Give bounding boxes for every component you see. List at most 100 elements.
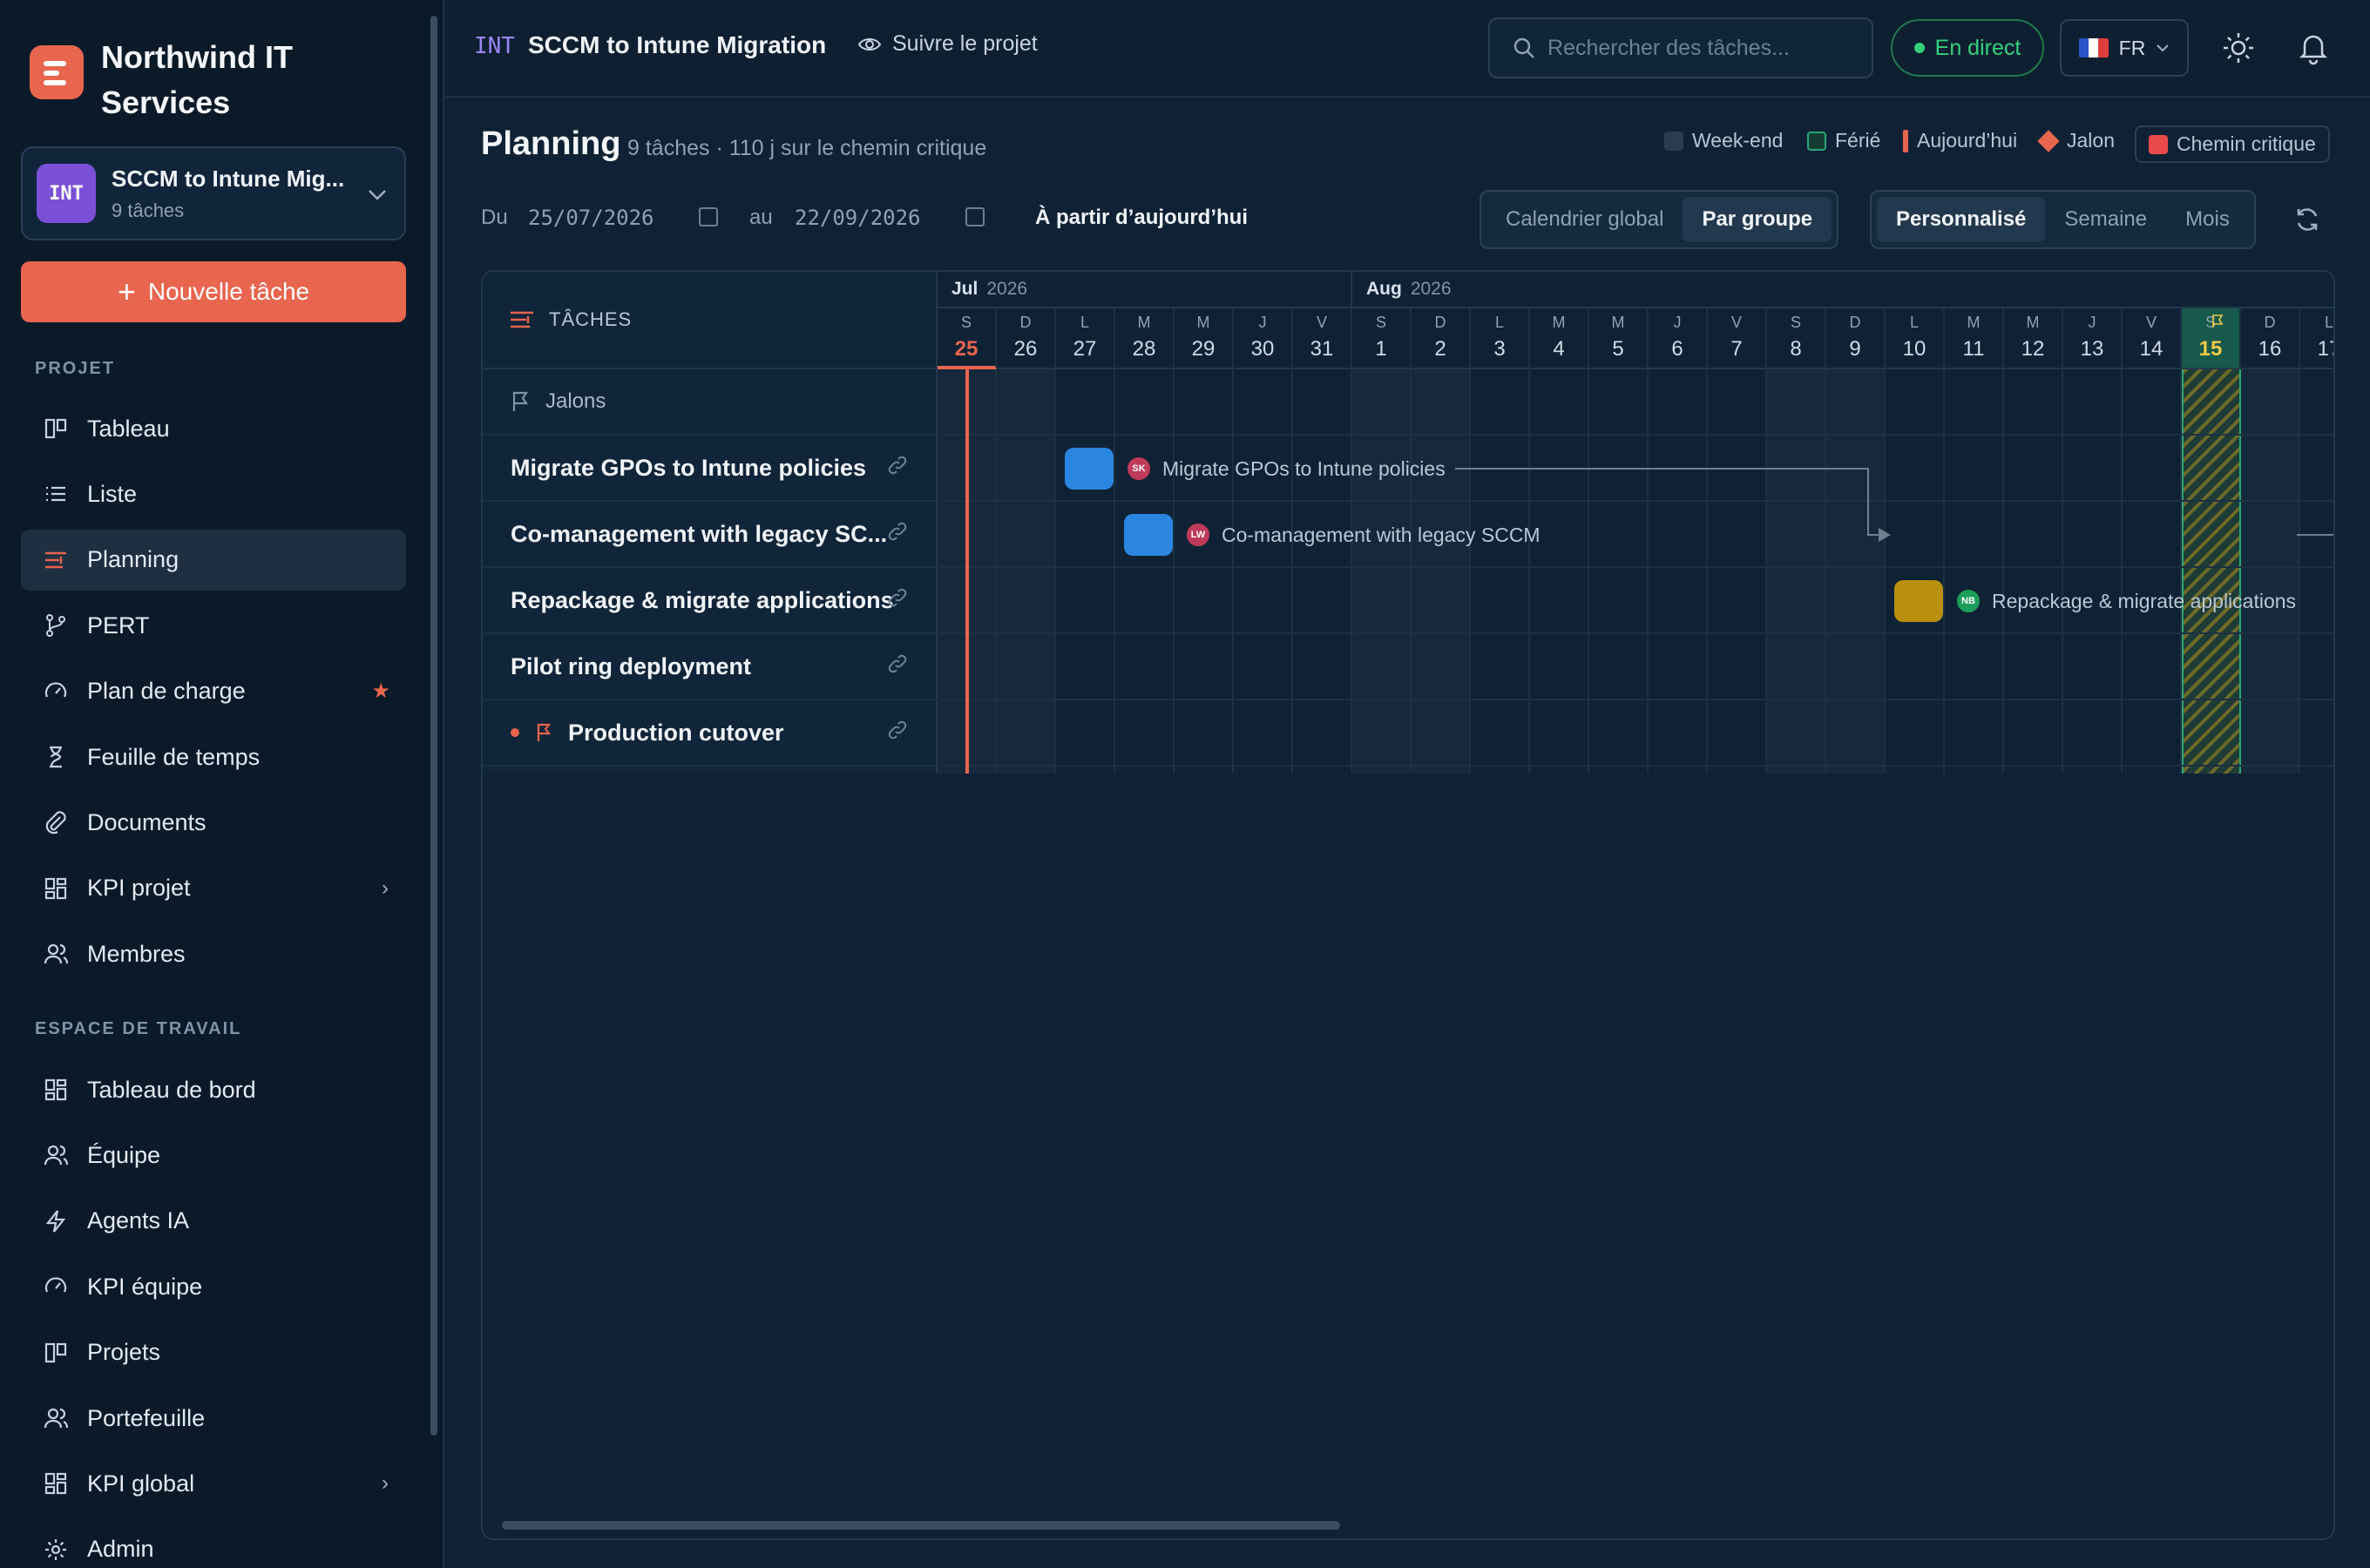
legend-holiday: Férié (1807, 129, 1880, 152)
sidebar-item-documents[interactable]: Documents (21, 792, 406, 853)
task-name: Repackage & migrate applications (511, 586, 894, 613)
critical-swatch-icon (2149, 134, 2168, 154)
zoom-week-button[interactable]: Semaine (2045, 197, 2166, 242)
day-number: 29 (1191, 337, 1215, 361)
day-number: 31 (1310, 337, 1334, 361)
zoom-custom-button[interactable]: Personnalisé (1877, 197, 2046, 242)
sidebar-item-membres[interactable]: Membres (21, 923, 406, 984)
sidebar-item-tableau[interactable]: Tableau (21, 398, 406, 459)
project-switcher[interactable]: INT SCCM to Intune Mig... 9 tâches (21, 146, 406, 240)
milestone-diamond-icon (2037, 129, 2060, 152)
calendar-icon[interactable] (699, 207, 718, 226)
month-year: 2026 (986, 279, 1028, 299)
avatar: LW (1185, 522, 1211, 548)
legend-critical-label: Chemin critique (2177, 132, 2316, 155)
sidebar-item-kpi-equipe[interactable]: KPI équipe (21, 1256, 406, 1317)
day-number: 8 (1790, 337, 1802, 361)
task-bar[interactable] (1124, 514, 1173, 556)
sidebar-item-kpi-global[interactable]: KPI global › (21, 1453, 406, 1514)
from-today-button[interactable]: À partir d’aujourd’hui (1035, 206, 1248, 230)
star-icon: ★ (371, 679, 390, 704)
legend-today-label: Aujourd’hui (1917, 129, 2018, 152)
horizontal-scrollbar[interactable] (502, 1521, 1340, 1530)
day-letter: D (1849, 314, 1861, 331)
task-bar[interactable] (1894, 580, 1943, 622)
sidebar-item-label: Documents (87, 808, 207, 835)
sidebar-item-tableau-de-bord[interactable]: Tableau de bord (21, 1059, 406, 1120)
sidebar-item-planning[interactable]: Planning (21, 529, 406, 591)
brand-logo-icon (30, 45, 84, 99)
milestones-group-row[interactable]: Jalons (483, 369, 938, 436)
calendar-icon[interactable] (965, 207, 985, 226)
task-row[interactable]: Co-management with legacy SC... (483, 502, 938, 568)
users-icon (40, 938, 71, 970)
sidebar-item-kpi-projet[interactable]: KPI projet › (21, 858, 406, 919)
view-by-group-button[interactable]: Par groupe (1683, 197, 1832, 242)
month-label: Aug (1366, 279, 1402, 299)
task-row[interactable]: Pilot ring deployment (483, 634, 938, 700)
sidebar-item-label: Équipe (87, 1141, 161, 1168)
task-row[interactable]: Repackage & migrate applications (483, 568, 938, 634)
range-to-input[interactable]: 22/09/2026 (795, 206, 921, 230)
plus-icon: + (117, 274, 136, 309)
view-global-calendar-button[interactable]: Calendrier global (1486, 197, 1683, 242)
link-icon[interactable] (887, 521, 908, 548)
range-to-label: au (749, 206, 773, 229)
live-status-button[interactable]: En direct (1891, 19, 2044, 77)
theme-toggle-sun-icon[interactable] (2218, 28, 2258, 72)
sidebar-item-feuille-de-temps[interactable]: Feuille de temps (21, 727, 406, 787)
sidebar-item-equipe[interactable]: Équipe (21, 1125, 406, 1186)
dashboard-icon (40, 1468, 71, 1499)
notifications-bell-icon[interactable] (2293, 28, 2333, 72)
sidebar-item-portefeuille[interactable]: Portefeuille (21, 1388, 406, 1449)
project-switcher-subtitle: 9 tâches (112, 199, 185, 221)
link-icon[interactable] (887, 455, 908, 482)
sidebar-item-label: Tableau de bord (87, 1076, 256, 1103)
search-input[interactable]: Rechercher des tâches... (1488, 17, 1873, 78)
refresh-icon[interactable] (2292, 204, 2323, 240)
sidebar-item-projets[interactable]: Projets (21, 1322, 406, 1383)
flag-fr-icon (2078, 38, 2109, 57)
day-header: J6 (1649, 308, 1708, 369)
sidebar-item-agents-ia[interactable]: Agents IA (21, 1191, 406, 1252)
day-number: 26 (1013, 337, 1038, 361)
day-letter: M (1196, 314, 1210, 331)
day-letter: V (2145, 314, 2157, 331)
critical-path-toggle[interactable]: Chemin critique (2135, 125, 2330, 163)
link-icon[interactable] (887, 720, 908, 747)
zoom-month-button[interactable]: Mois (2166, 197, 2249, 242)
sidebar-item-admin[interactable]: Admin (21, 1519, 406, 1568)
task-bar[interactable] (1065, 448, 1114, 490)
new-task-button[interactable]: + Nouvelle tâche (21, 261, 406, 322)
day-number: 27 (1073, 337, 1097, 361)
branch-icon (40, 610, 71, 641)
link-icon[interactable] (887, 653, 908, 680)
sidebar-item-pert[interactable]: PERT (21, 595, 406, 656)
sidebar: Northwind IT Services INT SCCM to Intune… (0, 0, 444, 1568)
header-project-title: SCCM to Intune Migration (528, 31, 827, 58)
language-select[interactable]: FR (2060, 19, 2189, 77)
day-letter: J (1673, 314, 1682, 331)
gantt-chart: TÂCHES Jalons Migrate GPOs to Intune poli… (481, 270, 2335, 1540)
task-row[interactable]: Production cutover (483, 700, 938, 767)
task-row[interactable]: Migrate GPOs to Intune policies (483, 436, 938, 502)
sidebar-item-label: Liste (87, 480, 138, 507)
sidebar-scrollbar[interactable] (430, 16, 437, 1436)
range-from-input[interactable]: 25/07/2026 (528, 206, 654, 230)
brand[interactable]: Northwind IT Services (30, 35, 345, 125)
day-letter: L (1494, 314, 1504, 331)
day-header: M 28 (1115, 308, 1175, 369)
brand-name: Northwind IT Services (101, 39, 293, 120)
sidebar-item-plan-de-charge[interactable]: Plan de charge ★ (21, 661, 406, 722)
page-subtitle: 9 tâches · 110 j sur le chemin critique (627, 136, 987, 160)
day-number: 3 (1493, 337, 1506, 361)
sidebar-item-liste[interactable]: Liste (21, 463, 406, 524)
header-project-code: INT (474, 33, 515, 59)
day-letter: V (1730, 314, 1742, 331)
day-letter: S (960, 314, 972, 331)
link-icon[interactable] (887, 587, 908, 614)
holiday-swatch-icon (1807, 131, 1826, 151)
follow-project-button[interactable]: Suivre le projet (857, 31, 1038, 57)
chevron-down-icon (368, 183, 387, 207)
sidebar-item-label: PERT (87, 612, 150, 639)
